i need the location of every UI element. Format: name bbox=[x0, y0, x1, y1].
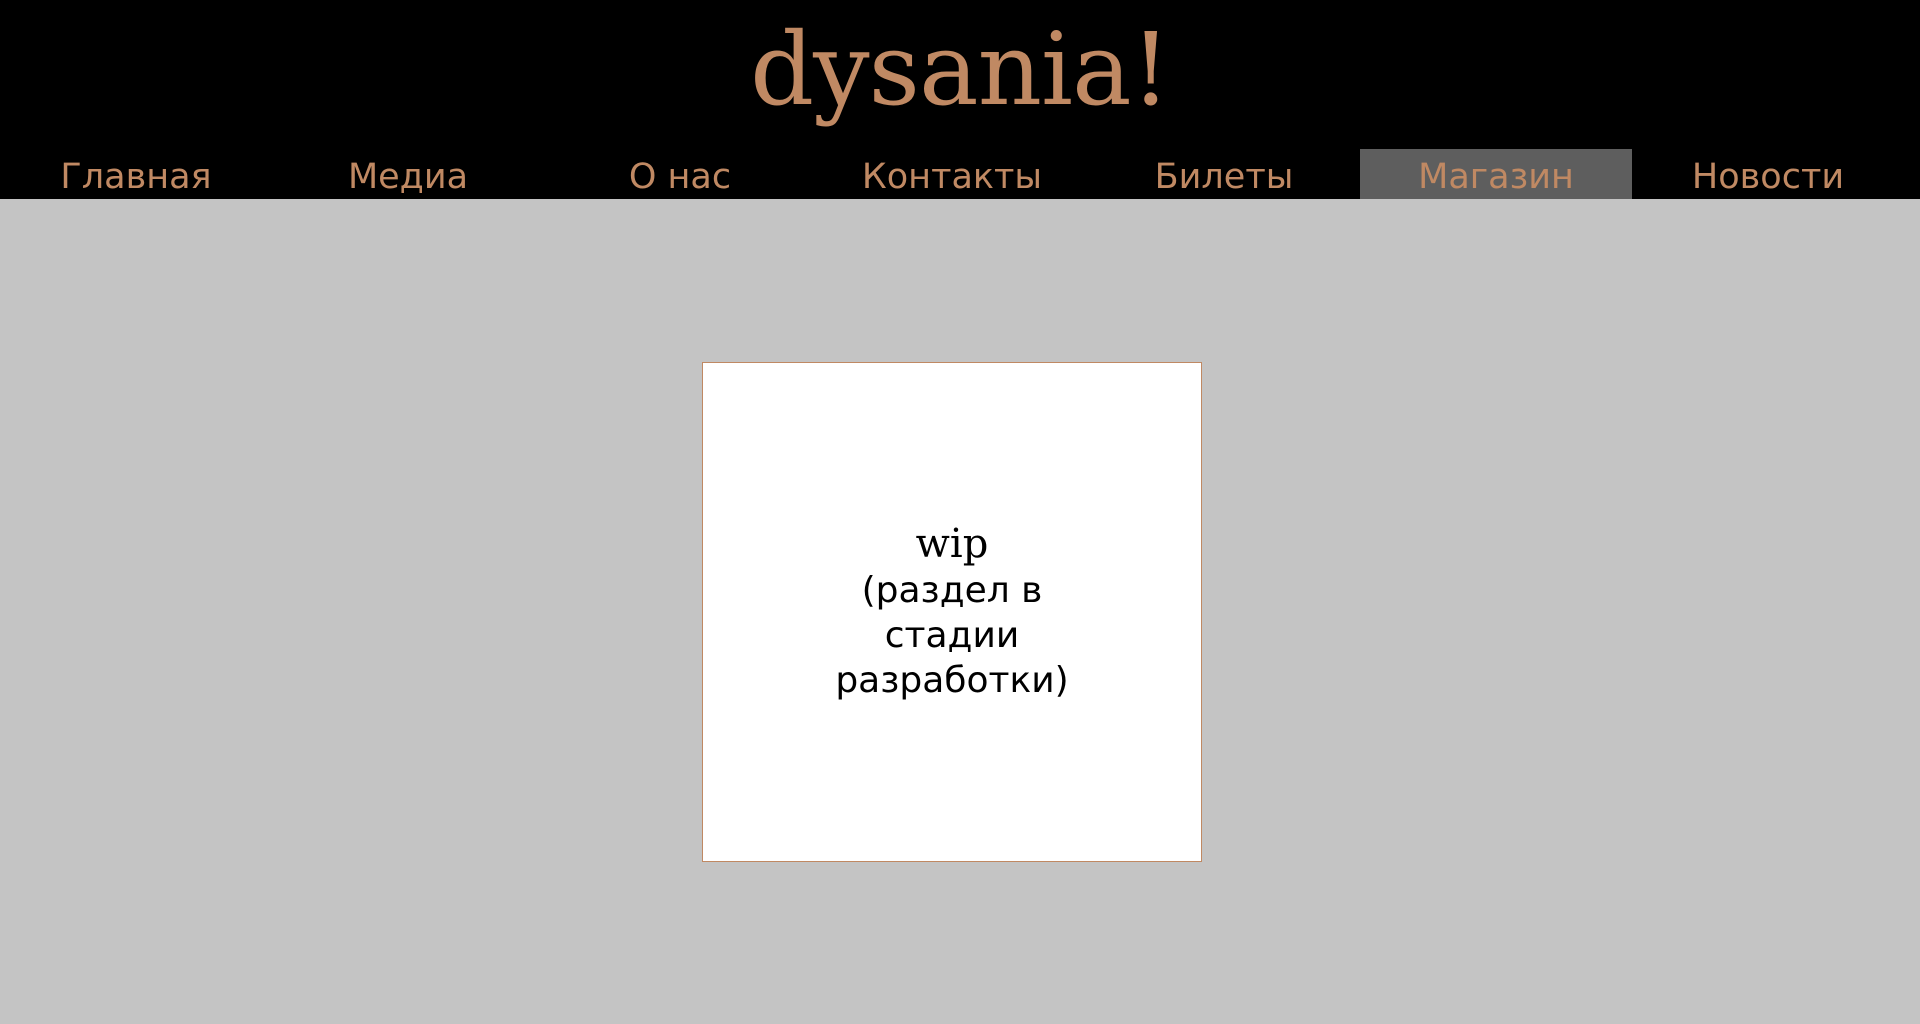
nav-item-shop[interactable]: Магазин bbox=[1360, 149, 1632, 199]
wip-title: wip bbox=[915, 520, 989, 567]
site-logo[interactable]: dysania! bbox=[0, 0, 1920, 140]
nav-item-media[interactable]: Медиа bbox=[272, 149, 544, 199]
main-nav: Главная Медиа О нас Контакты Билеты Мага… bbox=[0, 149, 1920, 199]
wip-card: wip (раздел в стадии разработки) bbox=[702, 362, 1202, 862]
nav-item-home[interactable]: Главная bbox=[0, 149, 272, 199]
nav-item-contacts[interactable]: Контакты bbox=[816, 149, 1088, 199]
nav-item-tickets[interactable]: Билеты bbox=[1088, 149, 1360, 199]
nav-item-about[interactable]: О нас bbox=[544, 149, 816, 199]
site-header: dysania! Главная Медиа О нас Контакты Би… bbox=[0, 0, 1920, 199]
wip-description: (раздел в стадии разработки) bbox=[835, 569, 1069, 701]
nav-item-news[interactable]: Новости bbox=[1632, 149, 1904, 199]
